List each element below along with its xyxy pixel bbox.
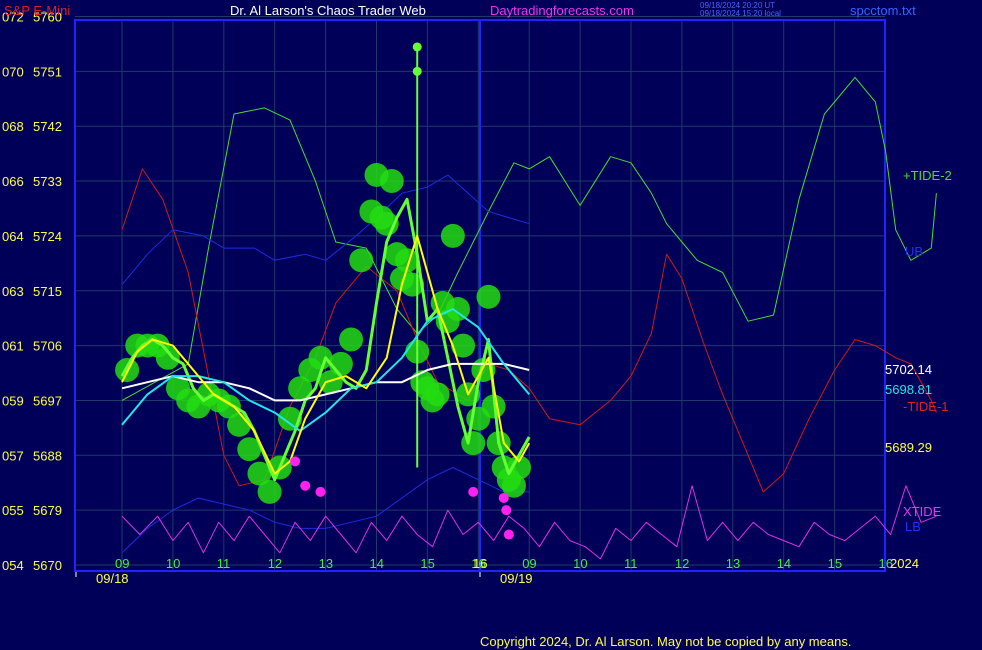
spike-dot [412,42,422,52]
y-code-label: 068 [2,119,24,134]
spike-dot [412,66,422,76]
file-name: spcctom.txt [850,3,916,18]
y-code-label: 066 [2,174,24,189]
price-bubble [339,327,364,352]
magenta-dot [503,529,514,540]
y-price-label: 5715 [33,284,62,299]
chart-title: Dr. Al Larson's Chaos Trader Web [230,3,426,18]
y-price-label: 5670 [33,558,62,573]
x-hour-label: 10 [573,556,587,571]
x-hour-label: 14 [777,556,791,571]
year-label: 2024 [890,556,919,571]
legend-tide1: -TIDE-1 [903,399,949,414]
date-label: 09/19 [500,571,533,586]
legend-ub: UB [905,244,923,259]
instrument-label: S&P E-Mini [4,3,70,18]
y-code-label: 063 [2,284,24,299]
price-bubble [349,248,374,273]
y-code-label: 061 [2,339,24,354]
site-link[interactable]: Daytradingforecasts.com [490,3,634,18]
magenta-dot [468,486,479,497]
magenta-dot [300,480,311,491]
y-code-label: 059 [2,393,24,408]
y-price-label: 5688 [33,448,62,463]
x-hour-label: 13 [726,556,740,571]
magenta-dot [315,486,326,497]
legend-lb: LB [905,519,921,534]
chart-canvas: 072 5760070 5751068 5742066 5733064 5724063 57… [2,1,952,649]
price-bubble [445,297,470,322]
y-price-label: 5742 [33,119,62,134]
date-label: 09/18 [96,571,129,586]
price-bubble [379,169,404,194]
y-axis-labels: 072 5760070 5751068 5742066 5733064 5724063 57… [2,10,62,574]
x-hour-label: 09 [115,556,129,571]
magenta-dot [290,456,301,467]
price-bubble [440,223,465,248]
magenta-dot [501,505,512,516]
price-bubble [308,345,333,370]
x-hour-label: 11 [217,556,231,571]
price-bubble [425,382,450,407]
y-price-label: 5751 [33,64,62,79]
x-hour-label: 10 [166,556,180,571]
now-label: 16 [473,556,487,571]
last-white-value: 5702.14 [885,362,932,377]
x-hour-label: 15 [420,556,434,571]
price-bubble [257,479,282,504]
timestamp-local: 09/18/2024 15:20 local [700,9,781,18]
x-hour-label: 09 [522,556,536,571]
last-cyan-value: 5698.81 [885,382,932,397]
y-code-label: 057 [2,448,24,463]
x-hour-label: 12 [675,556,689,571]
y-code-label: 070 [2,64,24,79]
y-code-label: 054 [2,558,24,573]
y-price-label: 5679 [33,503,62,518]
last-yellow-value: 5689.29 [885,440,932,455]
series-layer [115,42,937,560]
x-hour-label: 15 [828,556,842,571]
y-price-label: 5706 [33,339,62,354]
x-hour-label: 11 [624,556,638,571]
x-hour-label: 13 [319,556,333,571]
magenta-dot [498,492,509,503]
x-hour-label: 14 [370,556,384,571]
price-bubble [476,284,501,309]
y-price-label: 5724 [33,229,62,244]
legend-xtide: XTIDE [903,504,942,519]
y-price-label: 5733 [33,174,62,189]
y-code-label: 064 [2,229,24,244]
x-hour-label: 12 [268,556,282,571]
copyright: Copyright 2024, Dr. Al Larson. May not b… [480,634,851,649]
legend-tide2: +TIDE-2 [903,168,952,183]
y-price-label: 5697 [33,393,62,408]
y-code-label: 055 [2,503,24,518]
